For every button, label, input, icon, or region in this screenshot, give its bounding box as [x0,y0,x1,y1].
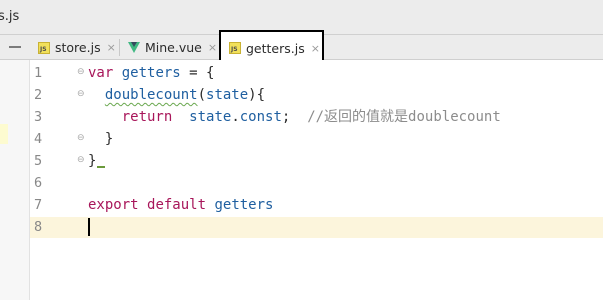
code-token: doublecount [104,87,198,103]
code-token: getters [214,197,274,213]
code-token: } [88,153,97,169]
code-token: ( [197,87,207,103]
code-line: var getters = { [88,62,214,84]
text-caret [88,218,90,236]
line-number: 2 [34,87,43,103]
fold-open-icon[interactable]: ⊖ [77,90,86,99]
tab-mine-vue[interactable]: Mine.vue × [128,35,217,60]
tab-label: getters.js [246,40,305,56]
code-line: } [88,150,96,172]
line-number: 3 [34,109,43,125]
left-tool-strip [0,60,30,300]
close-icon[interactable]: × [107,41,116,54]
js-icon-text: JS [231,46,238,53]
window-title: s.js [0,9,20,24]
fold-close-icon[interactable]: ⊖ [77,134,86,143]
code-token: return [121,109,173,125]
change-marker [0,124,8,144]
code-token: state [189,109,232,125]
fold-open-icon[interactable]: ⊖ [77,68,86,77]
line-number: 4 [34,131,43,147]
tab-list-menu[interactable] [0,35,30,60]
tab-store-js[interactable]: JS store.js × [38,35,116,60]
code-line: doublecount(state){ [88,84,265,106]
close-icon[interactable]: × [208,41,217,54]
line-number: 5 [34,153,43,169]
fold-close-icon[interactable]: ⊖ [77,156,86,165]
tab-label: store.js [55,40,101,55]
code-line: export default getters [88,194,273,216]
line-number: 8 [34,219,43,235]
js-icon-text: JS [40,45,47,53]
code-token: state [206,87,249,103]
line-number: 7 [34,197,43,213]
code-token: export [88,197,139,213]
menu-icon [9,46,21,48]
code-comment: //返回的值就是doublecount [290,109,501,125]
code-token: ){ [248,87,266,103]
brace-match-marker [97,166,105,168]
code-token: var [88,65,114,81]
code-token: . [231,109,240,125]
line-number: 6 [34,175,43,191]
editor-tab-bar: JS store.js × Mine.vue × JS getters.js × [0,30,603,66]
code-token: } [88,131,114,147]
js-file-icon: JS [38,41,50,54]
code-line: return state.const; //返回的值就是doublecount [88,106,501,128]
tab-label: Mine.vue [145,40,202,55]
code-token: default [147,197,207,213]
code-line: } [88,128,113,150]
tab-divider [119,39,120,56]
code-token: getters [121,65,181,81]
title-bar: s.js [0,0,603,34]
code-token: const [239,109,282,125]
current-line-highlight [30,217,603,238]
code-token: = { [180,65,215,81]
line-number: 1 [34,65,43,81]
vue-file-icon [128,42,140,53]
close-icon[interactable]: × [311,42,320,55]
js-file-icon: JS [229,42,241,54]
